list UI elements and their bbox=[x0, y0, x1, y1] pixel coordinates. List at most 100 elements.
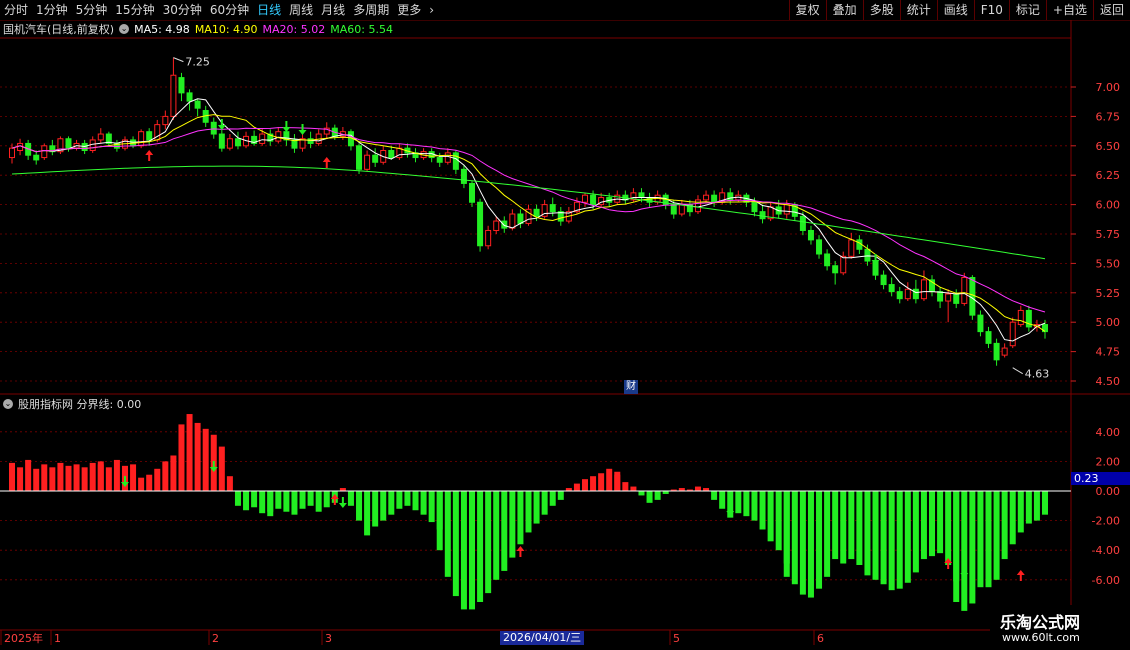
candle-body bbox=[138, 131, 145, 147]
indicator-tick-label: -2.00 bbox=[1092, 515, 1120, 528]
candle-body bbox=[493, 220, 500, 231]
candle-body bbox=[226, 138, 233, 149]
indicator-bar bbox=[9, 462, 15, 491]
candle-body bbox=[146, 131, 153, 141]
candle-body bbox=[162, 115, 169, 126]
indicator-bar bbox=[1009, 491, 1016, 545]
candle-body bbox=[840, 255, 847, 274]
candle-body bbox=[920, 279, 927, 300]
indicator-tick-label: 0.00 bbox=[1096, 485, 1121, 498]
indicator-bar bbox=[533, 491, 540, 524]
kline-chart[interactable]: 7.00 6.75 6.50 6.25 6.00 5.75 5.50 5.25 5.00 4.75… bbox=[0, 0, 1130, 650]
indicator-bar bbox=[259, 491, 266, 514]
candle-body bbox=[581, 194, 588, 203]
indicator-bar bbox=[985, 491, 992, 588]
candle-body bbox=[259, 133, 266, 144]
candle-body bbox=[178, 77, 185, 94]
candle-body bbox=[41, 145, 48, 159]
indicator-bar bbox=[267, 491, 274, 517]
watermark: 乐淘公式网 www.60lt.com bbox=[990, 605, 1130, 650]
indicator-bar bbox=[622, 482, 629, 491]
indicator-bar bbox=[711, 491, 718, 500]
ma10-label: MA10: 4.90 bbox=[194, 22, 258, 36]
price-tick-label: 6.00 bbox=[1096, 199, 1121, 212]
candle-body bbox=[703, 194, 710, 201]
candle-body bbox=[9, 147, 15, 159]
price-tick-label: 4.75 bbox=[1096, 346, 1121, 359]
indicator-bar bbox=[630, 486, 637, 491]
indicator-bar bbox=[194, 422, 201, 491]
price-tick-label: 5.75 bbox=[1096, 228, 1121, 241]
indicator-bar bbox=[759, 491, 766, 530]
indicator-bar bbox=[81, 467, 88, 491]
indicator-bar bbox=[896, 491, 903, 589]
ma60-label: MA60: 5.54 bbox=[330, 22, 393, 36]
date-label: 2 bbox=[212, 632, 219, 645]
indicator-tick-label: -4.00 bbox=[1092, 544, 1120, 557]
indicator-bar bbox=[961, 491, 968, 611]
price-tick-label: 5.25 bbox=[1096, 287, 1121, 300]
candle-body bbox=[33, 154, 40, 161]
candle-body bbox=[816, 239, 823, 255]
candle-body bbox=[678, 204, 685, 215]
candle-body bbox=[961, 277, 968, 304]
price-tick-label: 6.25 bbox=[1096, 169, 1121, 182]
indicator-bar bbox=[848, 491, 855, 560]
settings-circle-icon[interactable]: ⌄ bbox=[119, 24, 130, 34]
candle-body bbox=[1017, 309, 1024, 326]
indicator-bar bbox=[807, 491, 814, 598]
finance-badge[interactable]: 财 bbox=[624, 380, 638, 394]
indicator-bar bbox=[291, 491, 298, 515]
indicator-bar bbox=[832, 491, 839, 560]
indicator-tick-label: 2.00 bbox=[1096, 455, 1121, 468]
candle-body bbox=[452, 152, 459, 170]
buy-arrow-icon bbox=[322, 157, 331, 168]
price-tick-label: 5.00 bbox=[1096, 316, 1121, 329]
candle-body bbox=[985, 331, 992, 344]
candle-body bbox=[670, 204, 677, 215]
candle-body bbox=[912, 288, 919, 300]
indicator-bar bbox=[234, 491, 241, 506]
indicator-bar bbox=[590, 476, 597, 491]
indicator-bar bbox=[929, 491, 936, 557]
indicator-bar bbox=[573, 483, 580, 491]
price-tick-label: 5.50 bbox=[1096, 257, 1121, 270]
candle-body bbox=[97, 133, 104, 141]
indicator-bar bbox=[73, 464, 80, 491]
candle-body bbox=[533, 208, 540, 217]
indicator-bar bbox=[816, 491, 823, 589]
date-label: 2025年 bbox=[4, 631, 43, 645]
indicator-bar bbox=[65, 465, 72, 491]
indicator-bar bbox=[89, 462, 96, 491]
indicator-bar bbox=[485, 491, 492, 594]
indicator-bar bbox=[856, 491, 863, 565]
candle-body bbox=[848, 239, 855, 257]
indicator-bar bbox=[937, 491, 944, 554]
indicator-bar bbox=[243, 491, 250, 511]
indicator-settings-icon[interactable]: ⌄ bbox=[3, 399, 13, 409]
indicator-bar bbox=[872, 491, 879, 580]
indicator-bar bbox=[888, 491, 895, 591]
indicator-bar bbox=[307, 491, 314, 506]
indicator-bar bbox=[1025, 491, 1032, 524]
indicator-bar bbox=[130, 464, 137, 491]
indicator-bar bbox=[493, 491, 500, 580]
indicator-bar bbox=[186, 414, 193, 491]
candle-body bbox=[501, 220, 508, 229]
indicator-tick-label: 4.00 bbox=[1096, 426, 1121, 439]
candle-body bbox=[388, 150, 395, 159]
candle-body bbox=[993, 342, 1000, 361]
date-label: 5 bbox=[673, 632, 680, 645]
indicator-bar bbox=[420, 491, 427, 515]
price-tick-label: 6.75 bbox=[1096, 110, 1121, 123]
indicator-bar bbox=[775, 491, 782, 551]
candle-body bbox=[65, 138, 72, 149]
indicator-bar bbox=[993, 491, 1000, 580]
candle-body bbox=[711, 194, 718, 203]
candle-body bbox=[945, 293, 952, 302]
candle-body bbox=[307, 138, 314, 144]
indicator-bar bbox=[1033, 491, 1040, 521]
indicator-bar bbox=[17, 467, 24, 491]
indicator-bar bbox=[1001, 491, 1008, 560]
candle-body bbox=[953, 293, 960, 304]
